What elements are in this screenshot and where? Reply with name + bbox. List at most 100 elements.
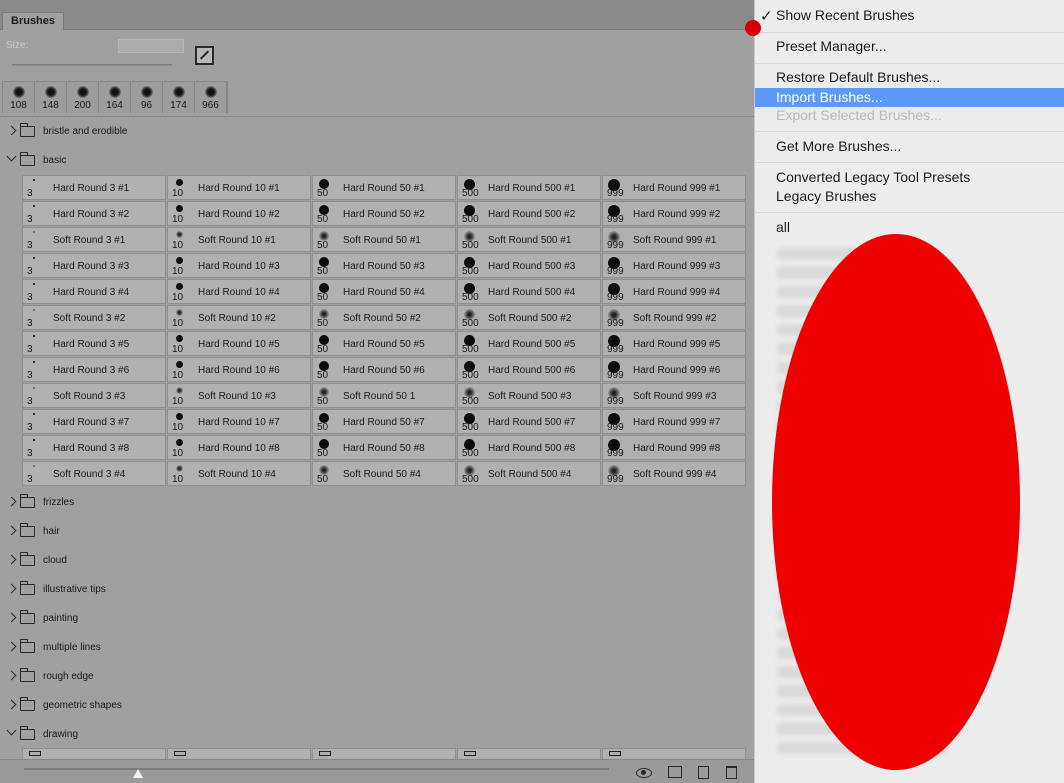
new-group-folder-icon[interactable] (668, 766, 682, 778)
chevron-right-icon[interactable] (6, 583, 17, 594)
brush-preset[interactable]: 999 Hard Round 999 #6 (602, 357, 746, 382)
brush-preset[interactable]: 999 Hard Round 999 #1 (602, 175, 746, 200)
brush-preset[interactable]: 3 Hard Round 3 #1 (22, 175, 166, 200)
chevron-down-icon[interactable] (6, 725, 17, 736)
size-slider[interactable] (12, 64, 172, 66)
brush-preset[interactable]: 999 Soft Round 999 #4 (602, 461, 746, 486)
brush-preset[interactable]: 3 Soft Round 3 #4 (22, 461, 166, 486)
brush-preset[interactable]: 3 Hard Round 3 #3 (22, 253, 166, 278)
menu-item-import-brushes[interactable]: Import Brushes... (755, 88, 1064, 107)
brush-preset[interactable]: 50 Hard Round 50 #3 (312, 253, 456, 278)
brush-preset[interactable] (167, 748, 311, 759)
brush-preset[interactable]: 10 Hard Round 10 #1 (167, 175, 311, 200)
recent-brush[interactable]: 164 (99, 82, 131, 113)
recent-brush[interactable]: 200 (67, 82, 99, 113)
chevron-right-icon[interactable] (6, 612, 17, 623)
brush-preset[interactable]: 50 Soft Round 50 #4 (312, 461, 456, 486)
brush-group-multiple-lines[interactable]: multiple lines (0, 633, 754, 662)
chevron-right-icon[interactable] (6, 699, 17, 710)
chevron-right-icon[interactable] (6, 125, 17, 136)
brush-preset[interactable]: 10 Hard Round 10 #7 (167, 409, 311, 434)
chevron-down-icon[interactable] (6, 151, 17, 162)
brush-preset[interactable]: 50 Hard Round 50 #5 (312, 331, 456, 356)
brush-preset[interactable]: 500 Hard Round 500 #4 (457, 279, 601, 304)
brush-preset[interactable]: 500 Hard Round 500 #5 (457, 331, 601, 356)
menu-item-preset-manager[interactable]: Preset Manager... (776, 38, 887, 54)
menu-item-all[interactable]: all (776, 219, 790, 235)
brush-preset-list[interactable]: bristle and erodible basic 3 Hard Round 3 #… (0, 116, 754, 759)
brush-preset[interactable]: 3 Hard Round 3 #5 (22, 331, 166, 356)
chevron-right-icon[interactable] (6, 641, 17, 652)
brush-preset[interactable]: 500 Hard Round 500 #8 (457, 435, 601, 460)
brush-preset[interactable]: 3 Soft Round 3 #2 (22, 305, 166, 330)
chevron-right-icon[interactable] (6, 496, 17, 507)
brush-preset[interactable]: 999 Hard Round 999 #4 (602, 279, 746, 304)
brush-preset[interactable]: 3 Hard Round 3 #7 (22, 409, 166, 434)
brush-group-illustrative-tips[interactable]: illustrative tips (0, 575, 754, 604)
brush-preset[interactable]: 500 Hard Round 500 #1 (457, 175, 601, 200)
menu-item-show-recent-brushes[interactable]: Show Recent Brushes (776, 7, 915, 23)
brush-preset[interactable]: 999 Hard Round 999 #7 (602, 409, 746, 434)
recent-brush[interactable]: 96 (131, 82, 163, 113)
brush-preset[interactable]: 3 Hard Round 3 #8 (22, 435, 166, 460)
menu-item-restore-default-brushes[interactable]: Restore Default Brushes... (776, 69, 940, 85)
recent-brush[interactable]: 966 (195, 82, 227, 113)
brush-group-drawing[interactable]: drawing (0, 720, 754, 749)
brush-preset[interactable]: 999 Hard Round 999 #3 (602, 253, 746, 278)
recent-brush[interactable]: 148 (35, 82, 67, 113)
brush-preset[interactable]: 500 Hard Round 500 #6 (457, 357, 601, 382)
brush-preset[interactable]: 3 Soft Round 3 #3 (22, 383, 166, 408)
brush-preset[interactable]: 10 Soft Round 10 #1 (167, 227, 311, 252)
menu-item-get-more-brushes[interactable]: Get More Brushes... (776, 138, 901, 154)
brush-group-rough-edge[interactable]: rough edge (0, 662, 754, 691)
brush-preset[interactable]: 500 Soft Round 500 #4 (457, 461, 601, 486)
brush-preset[interactable]: 50 Soft Round 50 1 (312, 383, 456, 408)
brush-preset[interactable]: 999 Soft Round 999 #3 (602, 383, 746, 408)
brush-preset[interactable]: 3 Soft Round 3 #1 (22, 227, 166, 252)
brush-group-basic[interactable]: basic (0, 146, 754, 175)
brush-preset[interactable]: 3 Hard Round 3 #6 (22, 357, 166, 382)
brush-preset[interactable]: 50 Hard Round 50 #6 (312, 357, 456, 382)
brush-preset[interactable]: 10 Hard Round 10 #6 (167, 357, 311, 382)
recent-brush[interactable]: 108 (3, 82, 35, 113)
brush-preset[interactable]: 999 Soft Round 999 #2 (602, 305, 746, 330)
brush-preset[interactable]: 50 Hard Round 50 #1 (312, 175, 456, 200)
chevron-right-icon[interactable] (6, 554, 17, 565)
brush-preset[interactable]: 999 Hard Round 999 #2 (602, 201, 746, 226)
brush-preset[interactable]: 50 Hard Round 50 #2 (312, 201, 456, 226)
brush-preset[interactable]: 999 Hard Round 999 #5 (602, 331, 746, 356)
brush-preset[interactable]: 10 Hard Round 10 #8 (167, 435, 311, 460)
recent-brush[interactable]: 174 (163, 82, 195, 113)
brush-preset[interactable] (312, 748, 456, 759)
tab-brushes[interactable]: Brushes (2, 12, 65, 30)
brush-group-frizzles[interactable]: frizzles (0, 488, 754, 517)
brush-preset[interactable]: 500 Hard Round 500 #2 (457, 201, 601, 226)
preview-size-thumb[interactable] (133, 769, 143, 778)
brush-preset[interactable]: 50 Hard Round 50 #4 (312, 279, 456, 304)
create-new-brush-button[interactable] (195, 46, 214, 65)
brush-preset[interactable]: 10 Soft Round 10 #2 (167, 305, 311, 330)
trash-icon[interactable] (726, 766, 737, 779)
brush-preset[interactable]: 500 Hard Round 500 #3 (457, 253, 601, 278)
brush-preset[interactable]: 3 Hard Round 3 #4 (22, 279, 166, 304)
brush-group-painting[interactable]: painting (0, 604, 754, 633)
brush-preset[interactable]: 50 Soft Round 50 #2 (312, 305, 456, 330)
brush-preset[interactable]: 10 Soft Round 10 #3 (167, 383, 311, 408)
brush-preset[interactable] (602, 748, 746, 759)
size-field[interactable] (118, 39, 184, 53)
new-brush-icon[interactable] (698, 766, 709, 779)
brush-preset[interactable]: 50 Hard Round 50 #7 (312, 409, 456, 434)
brush-preset[interactable]: 10 Hard Round 10 #4 (167, 279, 311, 304)
brush-preset[interactable] (22, 748, 166, 759)
brush-preset[interactable]: 500 Soft Round 500 #3 (457, 383, 601, 408)
chevron-right-icon[interactable] (6, 525, 17, 536)
brush-preset[interactable]: 50 Hard Round 50 #8 (312, 435, 456, 460)
brush-preset[interactable]: 999 Soft Round 999 #1 (602, 227, 746, 252)
brush-preset[interactable]: 500 Soft Round 500 #1 (457, 227, 601, 252)
brush-preset[interactable]: 3 Hard Round 3 #2 (22, 201, 166, 226)
eye-icon[interactable] (636, 768, 652, 778)
brush-preset[interactable]: 500 Hard Round 500 #7 (457, 409, 601, 434)
brush-preset[interactable] (457, 748, 601, 759)
brush-preset[interactable]: 10 Hard Round 10 #2 (167, 201, 311, 226)
brush-preset[interactable]: 10 Soft Round 10 #4 (167, 461, 311, 486)
